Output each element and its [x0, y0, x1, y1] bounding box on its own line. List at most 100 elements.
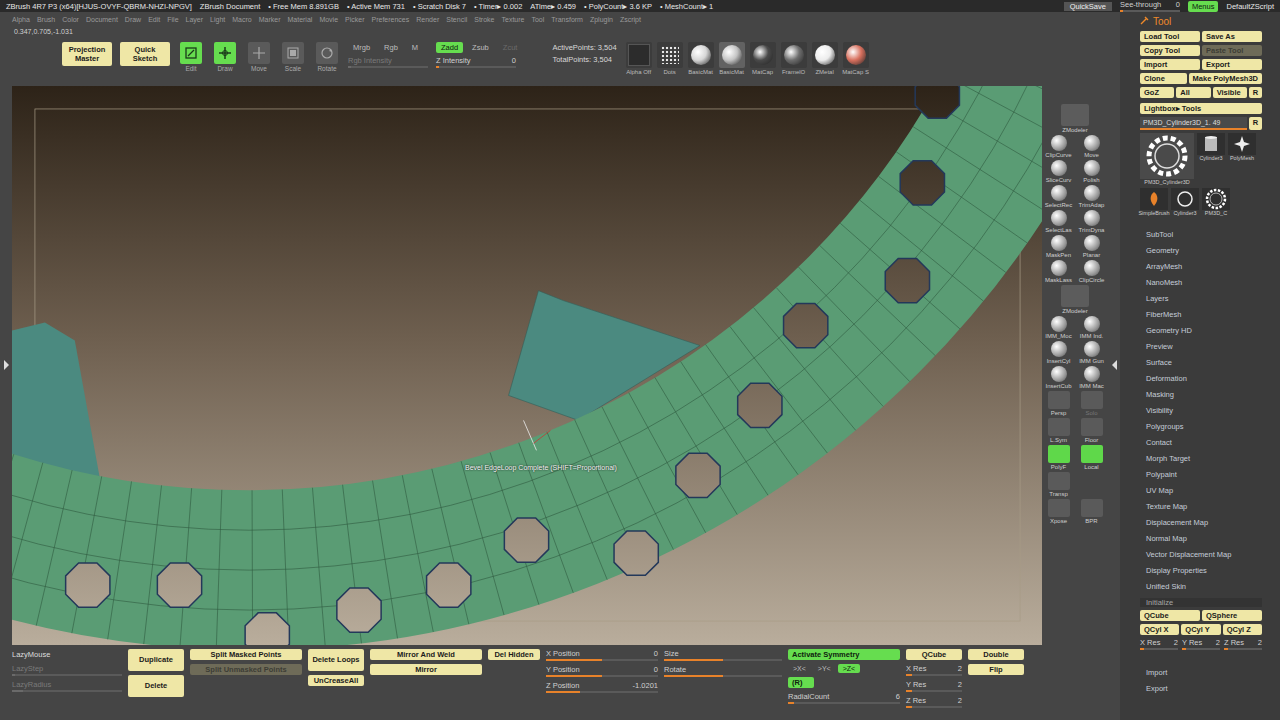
section-header[interactable]: Export: [1140, 681, 1262, 697]
mode-button[interactable]: Rotate: [314, 42, 340, 72]
section-header[interactable]: Visibility: [1140, 403, 1262, 419]
section-header[interactable]: Polygroups: [1140, 419, 1262, 435]
action-button[interactable]: Mirror: [370, 664, 482, 675]
slider[interactable]: Size: [664, 649, 782, 661]
lazymouse-label[interactable]: LazyMouse: [12, 649, 122, 660]
quicksave-button[interactable]: QuickSave: [1064, 2, 1112, 11]
section-header[interactable]: Contact: [1140, 435, 1262, 451]
section-header[interactable]: FiberMesh: [1140, 307, 1262, 323]
shelf-item[interactable]: ClipCircle: [1075, 260, 1108, 283]
res-slider[interactable]: X Res2: [1140, 638, 1178, 650]
action-button[interactable]: Duplicate: [128, 649, 184, 671]
shelf-item[interactable]: ClipCurve: [1042, 135, 1075, 158]
slider-track[interactable]: [546, 675, 658, 677]
slider-track[interactable]: [906, 706, 962, 708]
slider[interactable]: Y Position0: [546, 665, 658, 677]
see-through-slider[interactable]: See-through0: [1120, 0, 1180, 12]
shelf-item[interactable]: IMM Ind.: [1075, 316, 1108, 339]
menu-item[interactable]: Texture: [501, 16, 524, 23]
material-tile[interactable]: MatCap S: [842, 42, 870, 75]
slider-track[interactable]: [1182, 648, 1220, 650]
left-edge[interactable]: [0, 84, 12, 645]
menu-item[interactable]: Movie: [319, 16, 338, 23]
z-toggle[interactable]: Zsub: [467, 42, 494, 53]
action-button[interactable]: Flip: [968, 664, 1024, 675]
tool-button[interactable]: All: [1176, 87, 1210, 98]
shelf-item[interactable]: IMM_Moc: [1042, 316, 1075, 339]
channel-toggle[interactable]: Rgb: [379, 42, 403, 53]
shelf-item[interactable]: Solo: [1075, 391, 1108, 416]
shelf-item[interactable]: ZModeler: [1042, 104, 1108, 133]
section-header[interactable]: Import: [1140, 665, 1262, 681]
shelf-item[interactable]: Transp: [1042, 472, 1075, 497]
slider-track[interactable]: [664, 675, 782, 677]
section-header[interactable]: Layers: [1140, 291, 1262, 307]
mode-button[interactable]: Scale: [280, 42, 306, 72]
slider-track[interactable]: [12, 674, 122, 676]
section-header[interactable]: Displacement Map: [1140, 515, 1262, 531]
shelf-item[interactable]: Polish: [1075, 160, 1108, 183]
material-tile[interactable]: BasicMat: [687, 42, 715, 75]
res-slider[interactable]: Y Res2: [1182, 638, 1220, 650]
shelf-item[interactable]: L.Sym: [1042, 418, 1075, 443]
section-header[interactable]: Vector Displacement Map: [1140, 547, 1262, 563]
mode-button[interactable]: Draw: [212, 42, 238, 72]
tool-button[interactable]: R: [1249, 87, 1262, 98]
menu-item[interactable]: Color: [62, 16, 79, 23]
shelf-item[interactable]: Floor: [1075, 418, 1108, 443]
tool-button[interactable]: Visible: [1213, 87, 1247, 98]
shelf-item[interactable]: Planar: [1075, 235, 1108, 258]
section-header[interactable]: ArrayMesh: [1140, 259, 1262, 275]
slider-track[interactable]: [906, 690, 962, 692]
menu-item[interactable]: Document: [86, 16, 118, 23]
toggle-button[interactable]: Activate Symmetry: [788, 649, 900, 660]
big-button[interactable]: Projection Master: [62, 42, 112, 66]
shelf-item[interactable]: SelectRec: [1042, 185, 1075, 208]
z-toggle[interactable]: Zcut: [498, 42, 523, 53]
channel-toggle[interactable]: M: [407, 42, 423, 53]
shelf-item[interactable]: PolyF: [1042, 445, 1075, 470]
tool-button[interactable]: Copy Tool: [1140, 45, 1200, 56]
menu-item[interactable]: Stroke: [474, 16, 494, 23]
section-header[interactable]: Masking: [1140, 387, 1262, 403]
menu-item[interactable]: Draw: [125, 16, 141, 23]
shelf-item[interactable]: Persp: [1042, 391, 1075, 416]
action-button[interactable]: Mirror And Weld: [370, 649, 482, 660]
slider[interactable]: Y Res2: [906, 680, 962, 692]
shelf-item[interactable]: MaskLass: [1042, 260, 1075, 283]
tool-thumbnail[interactable]: PolyMesh: [1228, 133, 1256, 185]
init-button[interactable]: QCyl X: [1140, 624, 1179, 635]
section-header[interactable]: Surface: [1140, 355, 1262, 371]
shelf-item[interactable]: MaskPen: [1042, 235, 1075, 258]
menu-item[interactable]: Edit: [148, 16, 160, 23]
slider-track[interactable]: [12, 690, 122, 692]
tool-thumbnail[interactable]: SimpleBrush: [1140, 188, 1168, 216]
tool-button[interactable]: Make PolyMesh3D: [1189, 73, 1262, 84]
material-tile[interactable]: Dots: [656, 42, 684, 75]
slider[interactable]: LazyStep: [12, 664, 122, 676]
action-button[interactable]: Del Hidden: [488, 649, 540, 660]
shelf-item[interactable]: SelectLas: [1042, 210, 1075, 233]
shelf-item[interactable]: TrimAdap: [1075, 185, 1108, 208]
section-header[interactable]: Morph Target: [1140, 451, 1262, 467]
slider-track[interactable]: [664, 659, 782, 661]
menu-item[interactable]: Transform: [551, 16, 583, 23]
menu-item[interactable]: Material: [287, 16, 312, 23]
section-header[interactable]: Deformation: [1140, 371, 1262, 387]
section-header[interactable]: Display Properties: [1140, 563, 1262, 579]
slider[interactable]: LazyRadius: [12, 680, 122, 692]
slider-track[interactable]: [436, 66, 516, 68]
menu-item[interactable]: Light: [210, 16, 225, 23]
viewport-canvas[interactable]: Bevel EdgeLoop Complete (SHIFT=Proportio…: [12, 86, 1042, 645]
action-button[interactable]: Split Masked Points: [190, 649, 302, 660]
rgb-intensity-slider[interactable]: Rgb Intensity: [348, 56, 428, 68]
tool-button[interactable]: Clone: [1140, 73, 1187, 84]
menu-item[interactable]: Layer: [186, 16, 204, 23]
menu-item[interactable]: Render: [416, 16, 439, 23]
expand-right-icon[interactable]: [1112, 360, 1117, 370]
shelf-item[interactable]: IMM Gun: [1075, 341, 1108, 364]
shelf-item[interactable]: Xpose: [1042, 499, 1075, 524]
section-header[interactable]: Normal Map: [1140, 531, 1262, 547]
current-tool-slider[interactable]: PM3D_Cylinder3D_1. 49R: [1140, 117, 1262, 130]
action-button[interactable]: Delete: [128, 675, 184, 697]
